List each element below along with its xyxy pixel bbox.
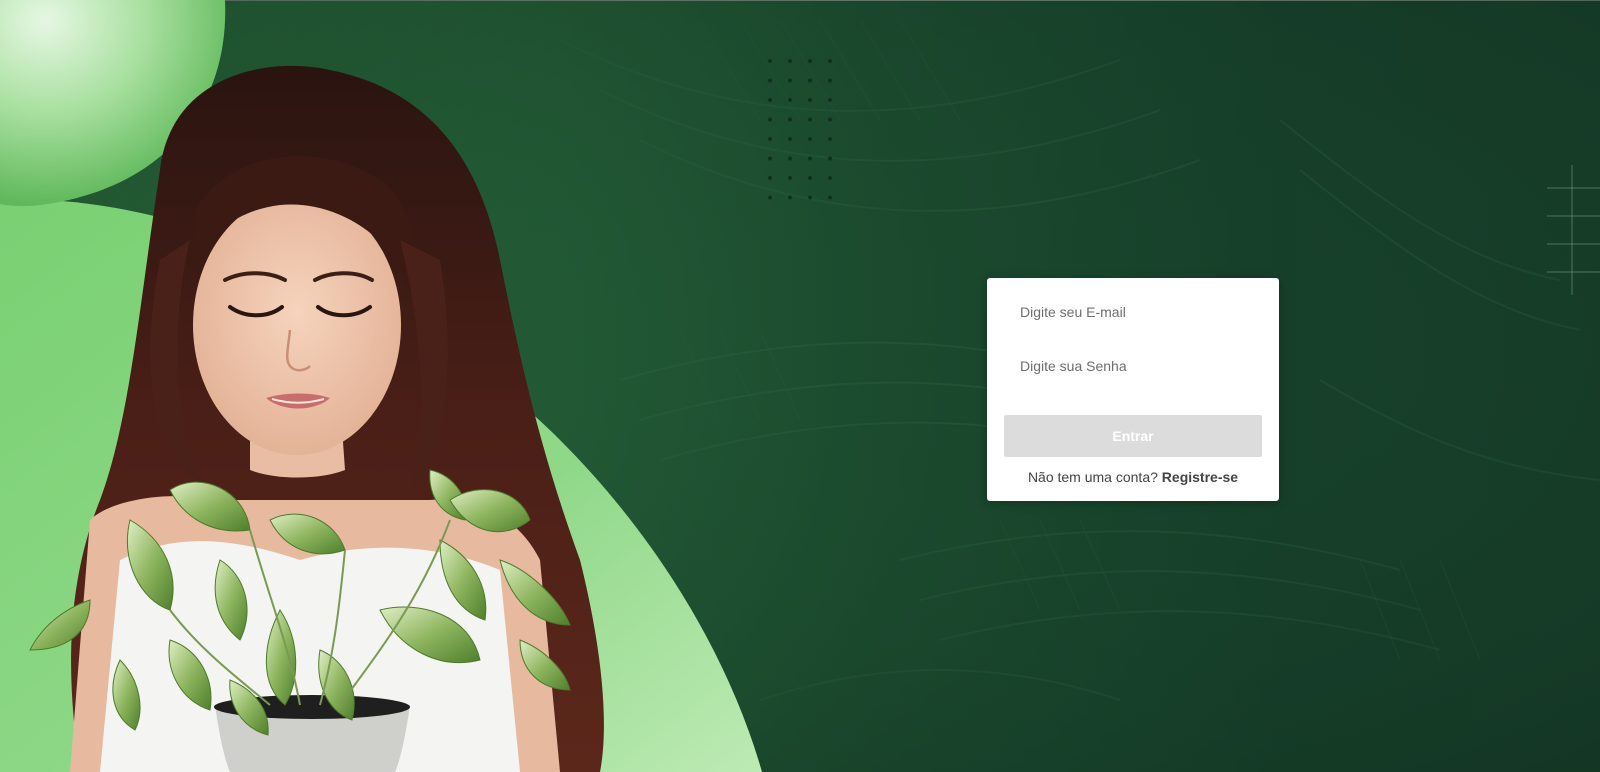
password-field[interactable] bbox=[1004, 348, 1262, 384]
email-field[interactable] bbox=[1004, 294, 1262, 330]
signup-link[interactable]: Registre-se bbox=[1162, 469, 1238, 485]
login-button[interactable]: Entrar bbox=[1004, 415, 1262, 457]
signup-prompt: Não tem uma conta? bbox=[1027, 469, 1162, 485]
login-page: Entrar Não tem uma conta? Registre-se bbox=[0, 0, 1600, 772]
hero-illustration bbox=[0, 0, 762, 772]
login-card: Entrar Não tem uma conta? Registre-se bbox=[987, 278, 1279, 501]
signup-row: Não tem uma conta? Registre-se bbox=[987, 469, 1279, 485]
